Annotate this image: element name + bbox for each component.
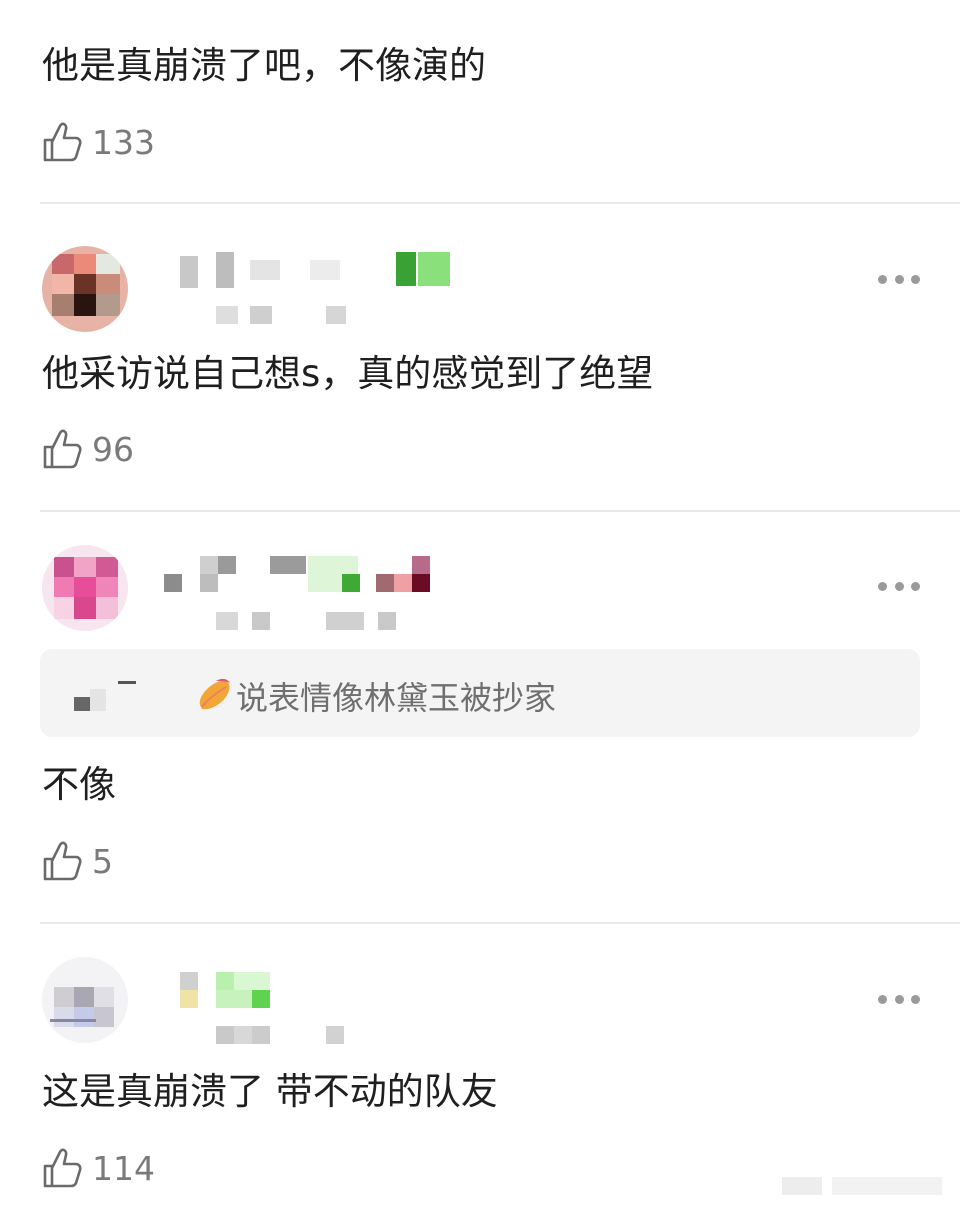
thumbs-up-icon [43, 429, 82, 469]
divider [40, 510, 960, 512]
username-redacted[interactable] [160, 248, 460, 330]
sweet-potato-icon [199, 678, 230, 710]
username-redacted[interactable] [160, 964, 360, 1046]
comment-text: 不像 [42, 763, 116, 806]
divider [40, 922, 960, 924]
more-dots-icon[interactable] [878, 269, 920, 289]
like-button[interactable]: 114 [42, 1146, 155, 1190]
thumbs-up-icon [43, 1148, 82, 1188]
like-button[interactable]: 5 [42, 839, 113, 883]
comment-text: 这是真崩溃了 带不动的队友 [42, 1070, 498, 1113]
like-button[interactable]: 96 [42, 427, 134, 471]
quoted-text: 说表情像林黛玉被抄家 [236, 679, 557, 717]
quoted-user-redacted [74, 697, 90, 711]
comment-text: 他是真崩溃了吧，不像演的 [42, 44, 486, 87]
username-redacted[interactable] [160, 552, 460, 634]
thumbs-up-icon [43, 841, 82, 881]
like-count: 96 [92, 429, 134, 469]
comment-text: 他采访说自己想s，真的感觉到了绝望 [42, 352, 654, 395]
watermark [782, 1173, 952, 1199]
avatar[interactable] [42, 545, 128, 631]
avatar[interactable] [42, 246, 128, 332]
like-count: 5 [92, 841, 113, 881]
like-button[interactable]: 133 [42, 120, 155, 164]
like-count: 114 [92, 1148, 155, 1188]
thumbs-up-icon [43, 122, 82, 162]
more-dots-icon[interactable] [878, 989, 920, 1009]
quoted-reply[interactable]: 说表情像林黛玉被抄家 [40, 649, 920, 737]
like-count: 133 [92, 122, 155, 162]
avatar[interactable] [42, 957, 128, 1043]
more-dots-icon[interactable] [878, 576, 920, 596]
divider [40, 202, 960, 204]
